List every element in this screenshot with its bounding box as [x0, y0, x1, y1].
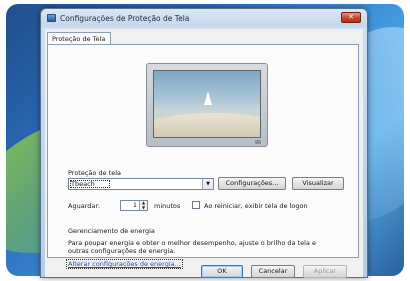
focus-rectangle: [70, 180, 110, 188]
screensaver-settings-window: Configurações de Proteção de Tela ✕ Prot…: [40, 8, 368, 278]
power-section-label: Gerenciamento de energia: [68, 227, 155, 235]
chevron-down-icon[interactable]: ▼: [202, 179, 213, 189]
apply-button[interactable]: Aplicar: [303, 265, 347, 278]
window-title: Configurações de Proteção de Tela: [60, 13, 190, 23]
power-description: Para poupar energia e obter o melhor des…: [68, 239, 316, 255]
minutes-label: minutos: [154, 202, 181, 210]
preview-screen: [153, 70, 261, 138]
screensaver-select[interactable]: Tbeach ▼: [68, 178, 214, 190]
resume-logon-label[interactable]: Ao reiniciar, exibir tela de logon: [204, 202, 308, 210]
wait-minutes-input[interactable]: 1 ▲ ▼: [120, 200, 148, 211]
close-button[interactable]: ✕: [341, 12, 361, 23]
ok-button[interactable]: OK: [201, 265, 243, 278]
wait-label: Aguardar:: [68, 202, 101, 210]
preview-sailboat: [204, 91, 212, 105]
title-bar[interactable]: Configurações de Proteção de Tela: [41, 9, 367, 27]
preview-button[interactable]: Visualizar: [292, 177, 344, 190]
wait-value: 1: [132, 201, 137, 209]
monitor-preview: [146, 63, 268, 147]
dialog-client-area: Proteção de Tela Proteção de tela Tbeach…: [45, 29, 363, 278]
resume-logon-checkbox[interactable]: [192, 201, 200, 209]
settings-button[interactable]: Configurações...: [218, 177, 286, 190]
screensaver-app-icon: [47, 14, 56, 22]
tab-panel: Proteção de tela Tbeach ▼ Configurações.…: [47, 44, 359, 269]
screensaver-section-label: Proteção de tela: [68, 169, 121, 177]
monitor-power-icon: [255, 140, 261, 144]
preview-beach: [154, 113, 260, 137]
change-power-settings-link[interactable]: Alterar configurações de energia...: [66, 259, 183, 269]
cancel-button[interactable]: Cancelar: [251, 265, 295, 278]
spinner-arrows-icon[interactable]: ▲ ▼: [139, 200, 147, 210]
